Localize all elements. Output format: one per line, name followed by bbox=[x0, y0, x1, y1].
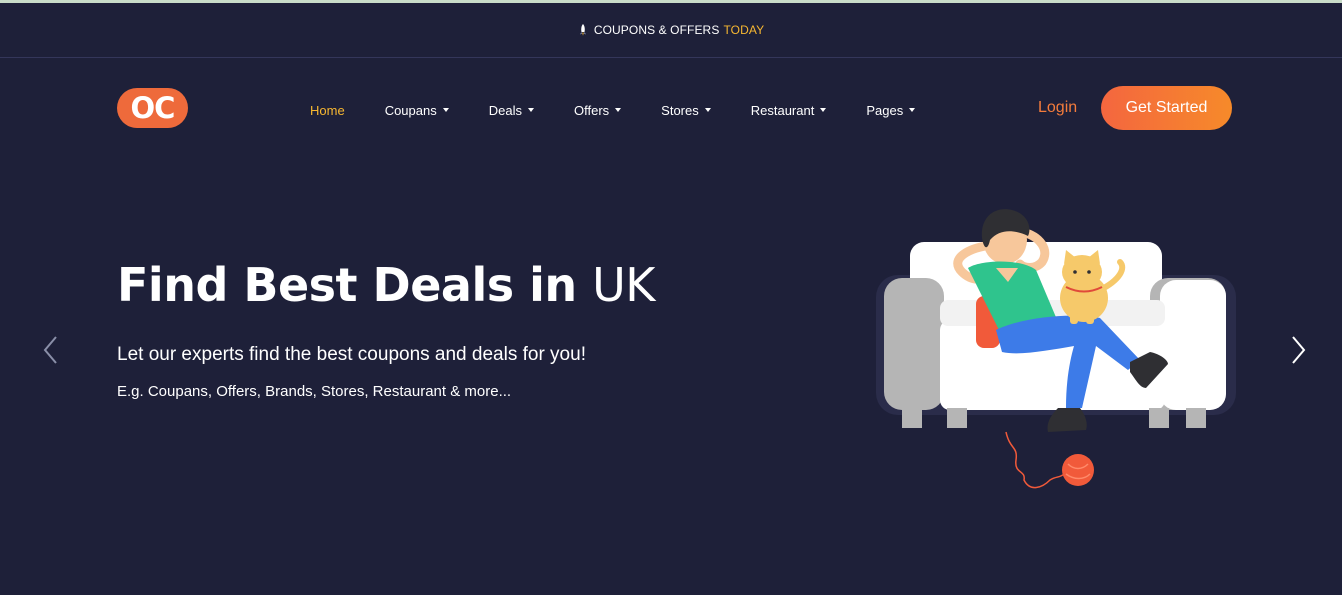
site-logo[interactable]: OC bbox=[117, 88, 188, 128]
caret-down-icon bbox=[820, 108, 827, 112]
nav-item-pages[interactable]: Pages bbox=[866, 102, 916, 118]
nav-item-offers[interactable]: Offers bbox=[573, 102, 622, 118]
nav-item-label: Pages bbox=[866, 102, 904, 118]
caret-down-icon bbox=[442, 108, 449, 112]
carousel-prev-button[interactable] bbox=[39, 333, 63, 367]
nav-item-restaurant[interactable]: Restaurant bbox=[751, 103, 827, 118]
caret-down-icon bbox=[527, 108, 534, 112]
nav-item-label: Stores bbox=[661, 102, 699, 118]
nav-item-stores[interactable]: Stores bbox=[661, 103, 711, 118]
main-nav: Home Coupans Deals Offers Stores Restaur… bbox=[310, 100, 916, 120]
announcement-text: COUPONS & OFFERS bbox=[593, 23, 720, 37]
nav-item-label: Restaurant bbox=[750, 102, 815, 118]
hero-subtitle: Let our experts find the best coupons an… bbox=[117, 344, 586, 365]
get-started-button[interactable]: Get Started bbox=[1101, 86, 1232, 130]
chevron-right-icon bbox=[1292, 336, 1306, 364]
hero-title: Find Best Deals in UK bbox=[117, 258, 655, 312]
caret-down-icon bbox=[704, 108, 711, 112]
hero-title-light: UK bbox=[592, 258, 655, 312]
carousel-next-button[interactable] bbox=[1286, 333, 1310, 367]
login-link[interactable]: Login bbox=[1038, 99, 1077, 117]
announcement-highlight: TODAY bbox=[723, 23, 765, 37]
hero-title-bold: Find Best Deals in bbox=[117, 258, 577, 312]
caret-down-icon bbox=[909, 108, 916, 112]
nav-item-label: Home bbox=[310, 102, 345, 118]
nav-item-label: Deals bbox=[488, 102, 522, 118]
nav-item-coupans[interactable]: Coupans bbox=[385, 103, 449, 118]
nav-item-label: Coupans bbox=[384, 102, 437, 118]
announcement-bar: COUPONS & OFFERS TODAY bbox=[0, 3, 1342, 58]
nav-item-label: Offers bbox=[573, 102, 610, 118]
hero-note: E.g. Coupans, Offers, Brands, Stores, Re… bbox=[117, 383, 512, 400]
caret-down-icon bbox=[615, 108, 622, 112]
nav-item-deals[interactable]: Deals bbox=[489, 103, 534, 118]
hero-illustration bbox=[876, 209, 1236, 489]
rocket-icon bbox=[579, 24, 586, 36]
nav-item-home[interactable]: Home bbox=[310, 103, 345, 118]
chevron-left-icon bbox=[43, 336, 57, 364]
main-navbar: OC Home Coupans Deals Offers Stores Rest… bbox=[0, 58, 1342, 158]
